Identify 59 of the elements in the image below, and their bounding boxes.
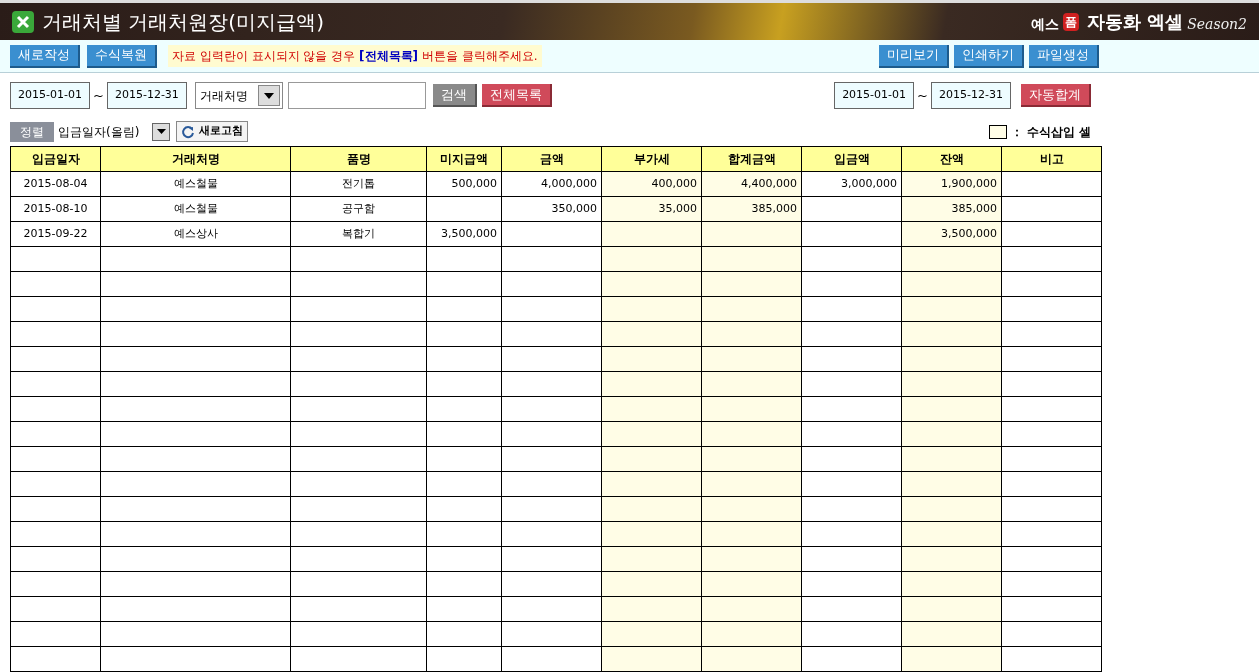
- brand-prefix: 예스: [1030, 15, 1059, 35]
- table-cell: 공구함: [291, 197, 427, 222]
- spreadsheet-icon: [12, 10, 34, 33]
- column-header: 부가세: [602, 147, 702, 172]
- table-cell: 예스철물: [101, 197, 291, 222]
- brand-badge: 폼: [1062, 13, 1079, 32]
- table-cell: 4,000,000: [502, 172, 602, 197]
- refresh-button[interactable]: 새로고침: [176, 121, 248, 142]
- column-header: 품명: [291, 147, 427, 172]
- table-cell: 385,000: [702, 197, 802, 222]
- column-header: 비고: [1002, 147, 1102, 172]
- table-cell: 전기톱: [291, 172, 427, 197]
- table-cell: 복합기: [291, 222, 427, 247]
- column-header: 입금액: [802, 147, 902, 172]
- toolbar-button[interactable]: 수식복원: [87, 44, 157, 68]
- toolbar-button[interactable]: 파일생성: [1029, 44, 1099, 68]
- date-field[interactable]: 2015-01-01: [10, 82, 90, 109]
- column-header: 합계금액: [702, 147, 802, 172]
- date-field[interactable]: 2015-12-31: [931, 82, 1011, 109]
- all-list-button[interactable]: 전체목록: [481, 84, 552, 107]
- column-header: 금액: [502, 147, 602, 172]
- column-header: 거래처명: [101, 147, 291, 172]
- table-cell: 385,000: [902, 197, 1002, 222]
- sort-label: 정렬: [10, 121, 54, 142]
- legend-text: ： 수식삽입 셀: [1010, 123, 1091, 141]
- table-cell: 예스철물: [101, 172, 291, 197]
- table-cell: 예스상사: [101, 222, 291, 247]
- table-cell: 350,000: [502, 197, 602, 222]
- column-header: 미지급액: [427, 147, 502, 172]
- table-cell: 2015-08-04: [11, 172, 101, 197]
- tilde-text: ~: [917, 86, 928, 105]
- brand-name: 자동화 엑셀: [1086, 10, 1184, 35]
- toolbar-button[interactable]: 새로작성: [10, 44, 80, 68]
- table-cell: 500,000: [427, 172, 502, 197]
- table-cell: 400,000: [602, 172, 702, 197]
- table-cell: 2015-09-22: [11, 222, 101, 247]
- date-field[interactable]: 2015-12-31: [106, 82, 187, 109]
- table-cell: 3,500,000: [902, 222, 1002, 247]
- table-cell: 4,400,000: [702, 172, 802, 197]
- table-cell: 3,500,000: [427, 222, 502, 247]
- search-button[interactable]: 검색: [432, 84, 477, 107]
- table-cell: 3,000,000: [802, 172, 902, 197]
- column-header: 입금일자: [11, 147, 101, 172]
- notice-text: 자료 입력란이 표시되지 않을 경우 [전체목록] 버튼을 클릭해주세요.: [168, 45, 542, 68]
- search-field[interactable]: [287, 82, 426, 109]
- toolbar-button[interactable]: 인쇄하기: [954, 44, 1024, 68]
- column-header: 잔액: [902, 147, 1002, 172]
- table-cell: 1,900,000: [902, 172, 1002, 197]
- toolbar-button[interactable]: 미리보기: [879, 44, 949, 68]
- table-cell: 35,000: [602, 197, 702, 222]
- refresh-icon: [181, 124, 195, 139]
- tilde-text: ~: [93, 86, 104, 105]
- legend-swatch: [988, 124, 1007, 139]
- brand-season: Season2: [1187, 15, 1247, 35]
- field-select[interactable]: 거래처명: [194, 82, 283, 109]
- auto-sum-button[interactable]: 자동합계: [1021, 84, 1091, 107]
- date-field[interactable]: 2015-01-01: [834, 82, 915, 109]
- page-title: 거래처별 거래처원장(미지급액): [42, 8, 324, 36]
- table-cell: 2015-08-10: [11, 197, 101, 222]
